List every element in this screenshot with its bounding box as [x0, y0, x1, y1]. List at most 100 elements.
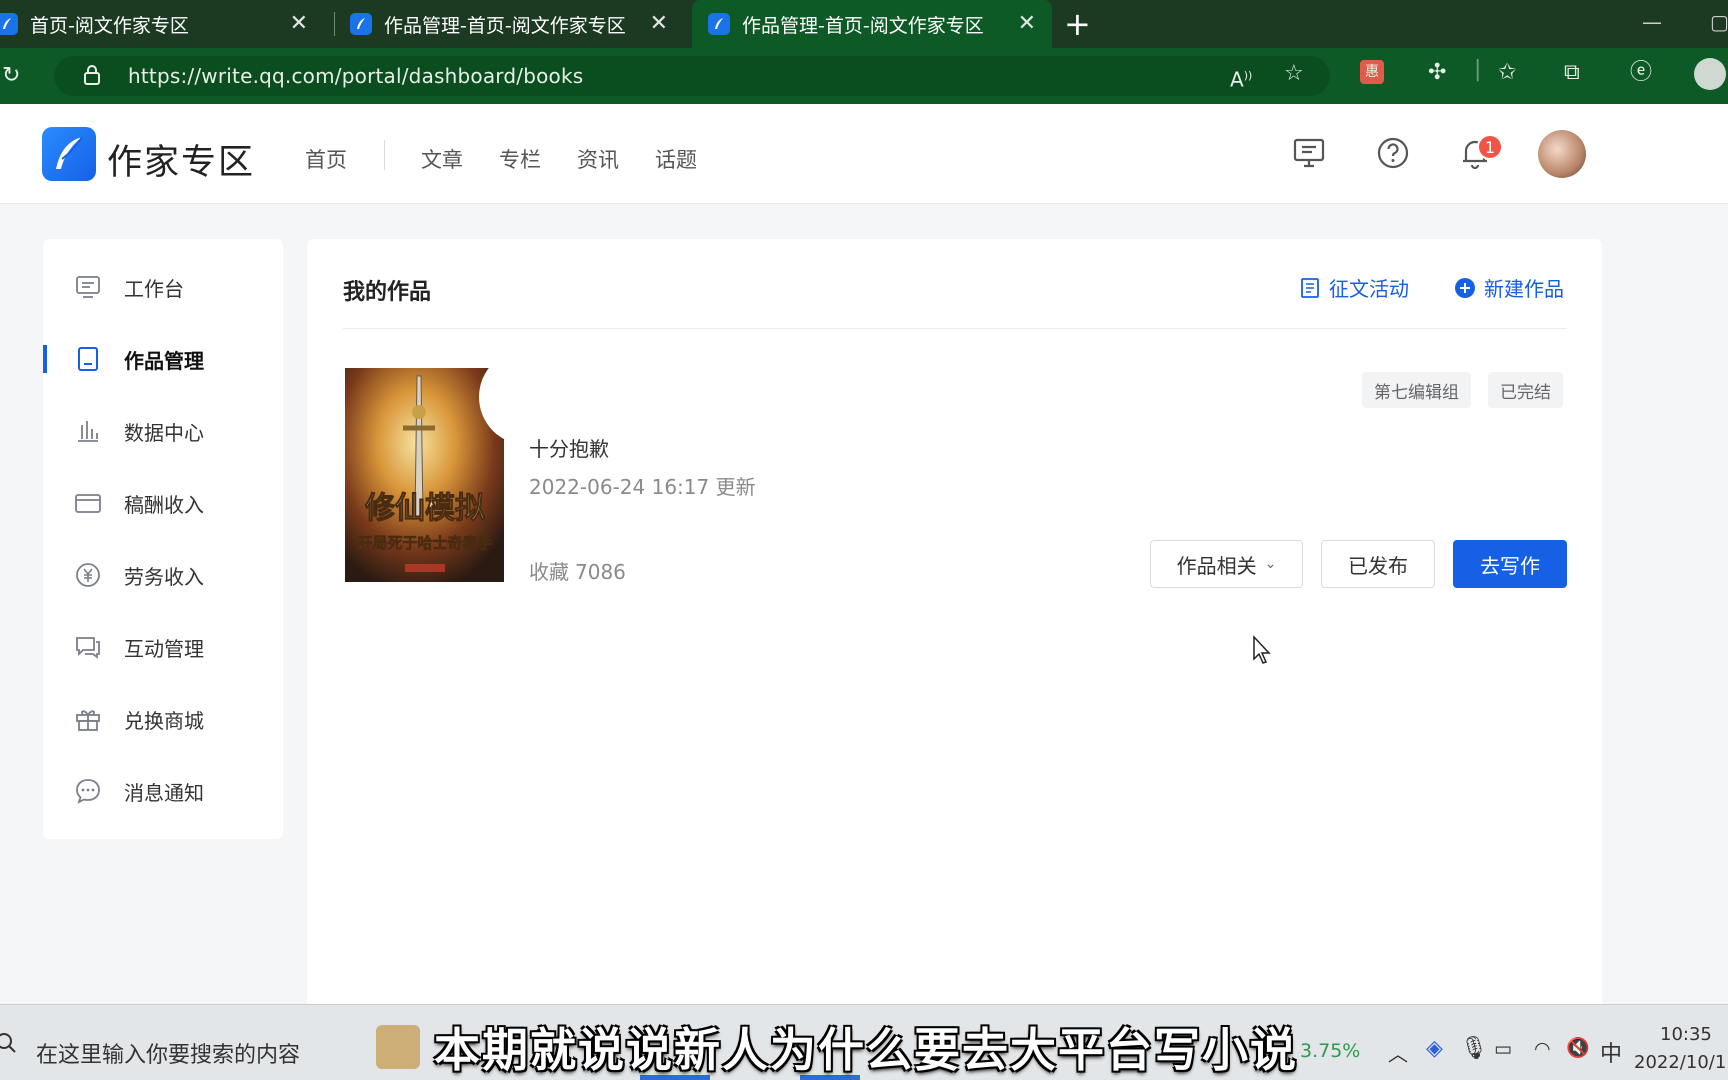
contest-icon — [1301, 277, 1319, 298]
monitor-icon[interactable] — [1292, 136, 1326, 170]
cover-title: 修仙模拟 — [364, 491, 485, 526]
status-badge: 已完结 — [1488, 372, 1563, 408]
header-divider — [343, 328, 1567, 329]
sidebar-item-works[interactable]: 作品管理 — [43, 335, 283, 383]
collections-icon[interactable]: ⧉ — [1564, 61, 1580, 85]
close-tab-icon[interactable]: ✕ — [290, 13, 308, 35]
clock-date[interactable]: 2022/10/1 — [1634, 1052, 1726, 1073]
ime-indicator[interactable]: 中 — [1600, 1036, 1622, 1068]
go-write-button[interactable]: 去写作 — [1453, 540, 1567, 588]
ie-mode-icon[interactable]: ⓔ — [1630, 61, 1652, 85]
new-work-button[interactable]: 新建作品 — [1454, 273, 1564, 302]
read-aloud-icon[interactable]: A)) — [1230, 64, 1252, 92]
volume-muted-icon[interactable]: 🔇 — [1566, 1036, 1590, 1059]
clock-time[interactable]: 10:35 — [1660, 1024, 1712, 1045]
browser-tab-1[interactable]: 首页-阅文作家专区 ✕ — [0, 0, 320, 48]
close-tab-icon[interactable]: ✕ — [1018, 13, 1036, 35]
browser-tab-bar: 首页-阅文作家专区 ✕ 作品管理-首页-阅文作家专区 ✕ 作品管理-首页-阅文作… — [0, 0, 1728, 48]
lock-icon[interactable] — [82, 64, 102, 92]
sidebar-item-messages[interactable]: 消息通知 — [43, 767, 283, 815]
sidebar-item-royalty[interactable]: 稿酬收入 — [43, 479, 283, 527]
desktop-icon — [76, 276, 100, 298]
sidebar-item-data-center[interactable]: 数据中心 — [43, 407, 283, 455]
minimize-icon[interactable]: — — [1642, 10, 1662, 34]
video-subtitle: 本期就说说新人为什么要去大平台写小说 — [434, 1023, 1298, 1077]
published-button[interactable]: 已发布 — [1321, 540, 1435, 588]
site-favicon-icon — [0, 13, 18, 35]
toolbar-separator: | — [1474, 57, 1482, 82]
new-tab-button[interactable]: + — [1064, 8, 1091, 40]
nav-news[interactable]: 资讯 — [577, 144, 619, 174]
bar-chart-icon — [78, 421, 98, 442]
battery-icon[interactable]: ▭ — [1494, 1038, 1512, 1060]
gift-icon — [76, 710, 100, 731]
sidebar-item-label: 作品管理 — [124, 348, 204, 373]
security-shield-icon[interactable]: ◈ — [1426, 1036, 1443, 1061]
help-icon[interactable] — [1376, 136, 1410, 170]
mouse-cursor-icon — [1253, 635, 1271, 664]
sidebar-item-store[interactable]: 兑换商城 — [43, 695, 283, 743]
nav-home[interactable]: 首页 — [305, 144, 347, 174]
my-works-panel: 我的作品 征文活动 新建作品 修仙模拟 开局死于哈士奇毒手 十分抱歉 2022-… — [307, 239, 1602, 1019]
url-text: https://write.qq.com/portal/dashboard/bo… — [128, 64, 584, 88]
sidebar-item-label: 互动管理 — [124, 636, 204, 661]
site-header: 作家专区 首页 文章 专栏 资讯 话题 — [0, 104, 1728, 204]
stock-widget-value[interactable]: 3.75% — [1300, 1040, 1360, 1062]
taskbar-search-input[interactable]: 在这里输入你要搜索的内容 — [36, 1037, 300, 1069]
work-related-label: 作品相关 — [1176, 553, 1257, 578]
book-title-fragment[interactable]: 十分抱歉 — [529, 433, 609, 462]
tab-title: 首页-阅文作家专区 — [30, 14, 189, 37]
notification-badge: 1 — [1477, 134, 1503, 160]
tab-title: 作品管理-首页-阅文作家专区 — [742, 14, 984, 37]
browser-tab-2[interactable]: 作品管理-首页-阅文作家专区 ✕ — [350, 0, 680, 48]
message-icon — [76, 779, 100, 804]
site-favicon-icon — [708, 13, 730, 35]
extensions-icon[interactable]: ✣ — [1428, 61, 1446, 85]
sidebar-item-interaction[interactable]: 互动管理 — [43, 623, 283, 671]
site-favicon-icon — [350, 13, 372, 35]
avatar[interactable] — [1538, 130, 1586, 178]
sidebar-item-label: 劳务收入 — [124, 564, 204, 589]
sidebar-item-label: 消息通知 — [124, 780, 204, 805]
maximize-icon[interactable]: ▢ — [1710, 10, 1728, 34]
search-icon[interactable] — [0, 1031, 18, 1055]
contest-activity-label: 征文活动 — [1329, 277, 1409, 301]
cover-subtitle: 开局死于哈士奇毒手 — [357, 534, 492, 552]
profile-icon[interactable] — [1694, 58, 1726, 90]
favorites-label: 收藏 — [529, 560, 569, 584]
nav-columns[interactable]: 专栏 — [499, 144, 541, 174]
new-work-label: 新建作品 — [1484, 277, 1564, 301]
contest-activity-link[interactable]: 征文活动 — [1299, 273, 1409, 302]
card-icon — [75, 494, 101, 513]
close-tab-icon[interactable]: ✕ — [650, 13, 668, 35]
work-related-dropdown[interactable]: 作品相关 ⌄ — [1150, 540, 1303, 588]
coupon-extension-icon[interactable]: 惠 — [1360, 60, 1384, 84]
microphone-icon[interactable]: 🎙 — [1460, 1036, 1488, 1061]
tab-separator — [334, 12, 335, 36]
favorites-icon[interactable]: ✩ — [1498, 61, 1516, 85]
refresh-icon[interactable]: ↻ — [2, 64, 20, 88]
chat-icon — [76, 637, 100, 659]
chevron-down-icon: ⌄ — [1264, 556, 1277, 572]
plus-circle-icon — [1455, 277, 1475, 298]
nav-separator — [384, 140, 385, 170]
nav-articles[interactable]: 文章 — [421, 144, 463, 174]
sidebar-item-workbench[interactable]: 工作台 — [43, 263, 283, 311]
feather-logo-icon[interactable] — [42, 127, 96, 181]
news-widget-icon[interactable] — [376, 1025, 420, 1069]
sidebar-item-label: 数据中心 — [124, 420, 204, 445]
chevron-up-icon[interactable]: ︿ — [1388, 1038, 1408, 1067]
yuan-icon — [76, 563, 100, 587]
add-favorite-icon[interactable]: ☆ — [1284, 62, 1304, 86]
editor-group-tag: 第七编辑组 — [1362, 372, 1471, 408]
page-title: 我的作品 — [343, 280, 432, 305]
sidebar-item-label: 工作台 — [124, 276, 184, 301]
nav-topics[interactable]: 话题 — [655, 144, 697, 174]
logo-text[interactable]: 作家专区 — [107, 134, 255, 185]
sidebar-item-labor[interactable]: 劳务收入 — [43, 551, 283, 599]
browser-tab-3-active[interactable]: 作品管理-首页-阅文作家专区 ✕ — [692, 0, 1052, 48]
wifi-icon[interactable]: ◠ — [1534, 1038, 1551, 1060]
sidebar: 工作台 作品管理 数据中心 稿酬收入 劳务收入 互动管理 兑换商城 消息通知 — [43, 239, 283, 839]
sidebar-item-label: 稿酬收入 — [124, 492, 204, 517]
favorites-value: 7086 — [575, 560, 626, 584]
